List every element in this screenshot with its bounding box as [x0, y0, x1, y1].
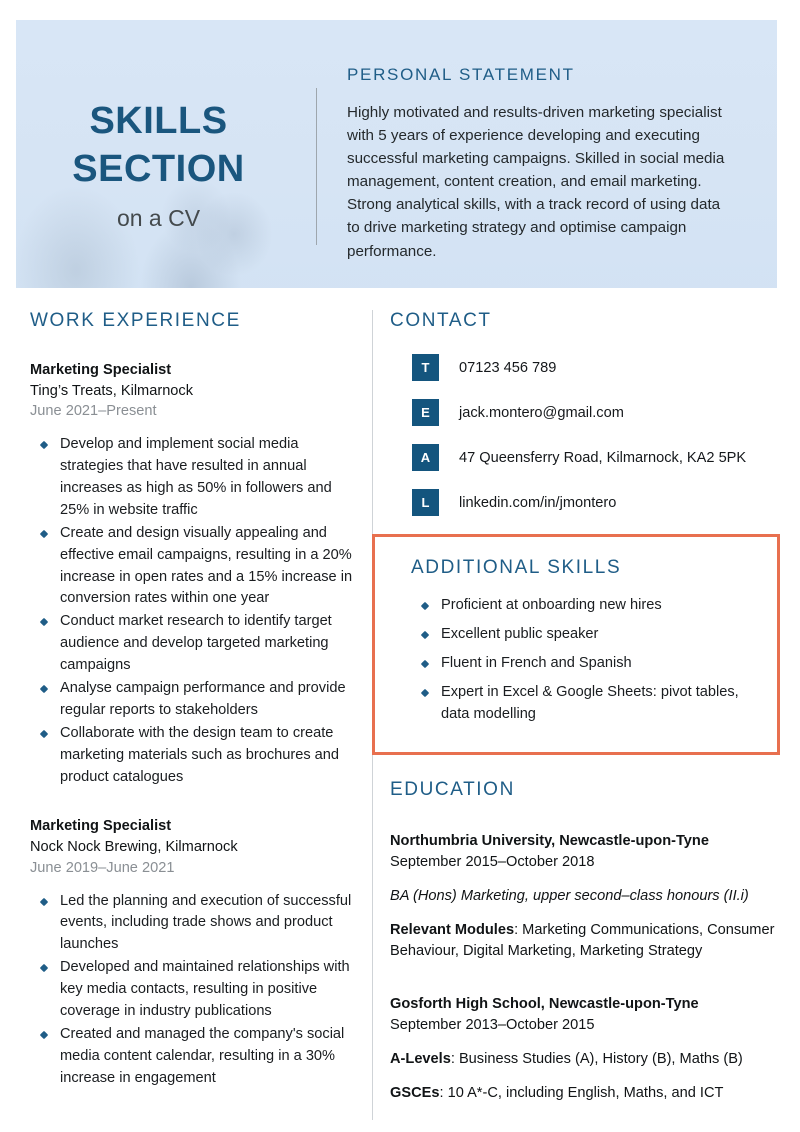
job-bullet: Created and managed the company's social… [30, 1024, 360, 1090]
contact-telephone-value[interactable]: 07123 456 789 [459, 360, 556, 376]
job-bullet-text: Led the planning and execution of succes… [60, 892, 352, 953]
diamond-bullet-icon [39, 897, 49, 906]
additional-skills-highlight-box: ADDITIONAL SKILLS Proficient at onboardi… [372, 534, 780, 756]
job-dates: June 2019–June 2021 [30, 859, 175, 876]
job-bullet-list: Develop and implement social media strat… [30, 434, 360, 788]
address-icon: A [412, 444, 439, 471]
job-dates: June 2021–Present [30, 403, 157, 420]
diamond-bullet-icon [420, 601, 430, 611]
contact-row-linkedin: L linkedin.com/in/jmontero [390, 489, 780, 516]
job-bullet-list: Led the planning and execution of succes… [30, 891, 360, 1090]
job-bullet-text: Created and managed the company's social… [60, 1025, 345, 1086]
diamond-bullet-icon [420, 630, 430, 640]
education-gcses-text: : 10 A*-C, including English, Maths, and… [439, 1084, 724, 1101]
header-title-block: SKILLS SECTION on a CV [16, 20, 301, 288]
job-bullet-text: Analyse campaign performance and provide… [60, 679, 346, 718]
job-title: Marketing Specialist [30, 362, 172, 378]
education-modules-label: Relevant Modules [390, 922, 515, 939]
education-dates: September 2015–October 2018 [390, 854, 595, 871]
education-modules: Relevant Modules: Marketing Communicatio… [390, 920, 780, 962]
page-title: SKILLS SECTION [16, 98, 301, 193]
personal-statement-block: PERSONAL STATEMENT Highly motivated and … [301, 20, 777, 288]
page-subtitle: on a CV [116, 205, 201, 231]
education-section: EDUCATION Northumbria University, Newcas… [390, 779, 780, 1104]
job-entry: Marketing Specialist Ting’s Treats, Kilm… [30, 360, 360, 788]
job-bullet: Develop and implement social media strat… [30, 434, 360, 522]
skill-item: Expert in Excel & Google Sheets: pivot t… [411, 682, 759, 726]
diamond-bullet-icon [420, 688, 430, 697]
page-title-line2: SECTION [72, 147, 245, 190]
header-vertical-divider [316, 88, 317, 245]
education-alevels-label: A-Levels [390, 1050, 451, 1067]
education-school-name: Northumbria University, Newcastle-upon-T… [390, 833, 709, 850]
page-title-line1: SKILLS [89, 100, 228, 142]
education-school-name: Gosforth High School, Newcastle-upon-Tyn… [390, 996, 699, 1013]
left-column: WORK EXPERIENCE Marketing Specialist Tin… [30, 310, 360, 1091]
right-column: CONTACT T 07123 456 789 E jack.montero@g… [372, 310, 780, 1104]
skill-text: Fluent in French and Spanish [441, 654, 632, 671]
job-bullet-text: Conduct market research to identify targ… [60, 613, 332, 674]
telephone-icon: T [412, 354, 439, 381]
header-band: SKILLS SECTION on a CV PERSONAL STATEMEN… [16, 20, 777, 288]
education-entry-school: Gosforth High School, Newcastle-upon-Tyn… [390, 994, 780, 1104]
linkedin-icon: L [412, 489, 439, 516]
contact-row-telephone: T 07123 456 789 [390, 354, 780, 381]
job-bullet-text: Create and design visually appealing and… [60, 524, 353, 607]
skill-text: Excellent public speaker [441, 625, 599, 642]
contact-address-value: 47 Queensferry Road, Kilmarnock, KA2 5PK [459, 449, 747, 466]
skill-text: Expert in Excel & Google Sheets: pivot t… [441, 683, 739, 722]
job-bullet: Developed and maintained relationships w… [30, 957, 360, 1023]
education-degree: BA (Hons) Marketing, upper second–class … [390, 887, 749, 904]
diamond-bullet-icon [39, 618, 49, 627]
education-entry-university: Northumbria University, Newcastle-upon-T… [390, 831, 780, 962]
job-bullet: Create and design visually appealing and… [30, 523, 360, 611]
diamond-bullet-icon [39, 1030, 49, 1040]
diamond-bullet-icon [39, 440, 49, 450]
job-entry: Marketing Specialist Nock Nock Brewing, … [30, 816, 360, 1089]
contact-list: T 07123 456 789 E jack.montero@gmail.com… [390, 354, 780, 516]
job-bullet-text: Develop and implement social media strat… [60, 436, 332, 518]
job-bullet: Conduct market research to identify targ… [30, 611, 360, 677]
job-title: Marketing Specialist [30, 818, 172, 835]
education-alevels-text: : Business Studies (A), History (B), Mat… [450, 1050, 743, 1067]
skill-item: Fluent in French and Spanish [411, 653, 759, 675]
education-gcses-label: GSCEs [390, 1084, 440, 1101]
contact-email-value[interactable]: jack.montero@gmail.com [459, 405, 624, 421]
contact-row-address: A 47 Queensferry Road, Kilmarnock, KA2 5… [390, 444, 780, 471]
skill-text: Proficient at onboarding new hires [441, 597, 662, 613]
job-bullet: Led the planning and execution of succes… [30, 891, 360, 957]
education-gcses: GSCEs: 10 A*-C, including English, Maths… [390, 1083, 780, 1104]
additional-skills-list: Proficient at onboarding new hires Excel… [411, 595, 759, 725]
contact-row-email: E jack.montero@gmail.com [390, 399, 780, 426]
job-company: Ting’s Treats, Kilmarnock [30, 382, 194, 399]
additional-skills-heading: ADDITIONAL SKILLS [411, 557, 622, 578]
education-heading: EDUCATION [390, 779, 515, 801]
contact-linkedin-value[interactable]: linkedin.com/in/jmontero [459, 495, 616, 511]
work-experience-heading: WORK EXPERIENCE [30, 310, 241, 331]
diamond-bullet-icon [39, 963, 49, 973]
job-bullet-text: Developed and maintained relationships w… [60, 959, 350, 1020]
personal-statement-body: Highly motivated and results-driven mark… [347, 104, 725, 260]
personal-statement-heading: PERSONAL STATEMENT [347, 65, 575, 84]
job-bullet-text: Collaborate with the design team to crea… [60, 724, 340, 785]
diamond-bullet-icon [39, 729, 49, 738]
education-alevels: A-Levels: Business Studies (A), History … [390, 1049, 780, 1070]
diamond-bullet-icon [39, 684, 49, 694]
diamond-bullet-icon [420, 659, 430, 669]
skill-item: Proficient at onboarding new hires [411, 595, 759, 617]
job-bullet: Analyse campaign performance and provide… [30, 678, 360, 722]
skill-item: Excellent public speaker [411, 624, 759, 646]
email-icon: E [412, 399, 439, 426]
education-dates: September 2013–October 2015 [390, 1017, 595, 1034]
diamond-bullet-icon [39, 529, 49, 538]
job-company: Nock Nock Brewing, Kilmarnock [30, 839, 238, 856]
contact-heading: CONTACT [390, 310, 492, 331]
job-bullet: Collaborate with the design team to crea… [30, 723, 360, 789]
